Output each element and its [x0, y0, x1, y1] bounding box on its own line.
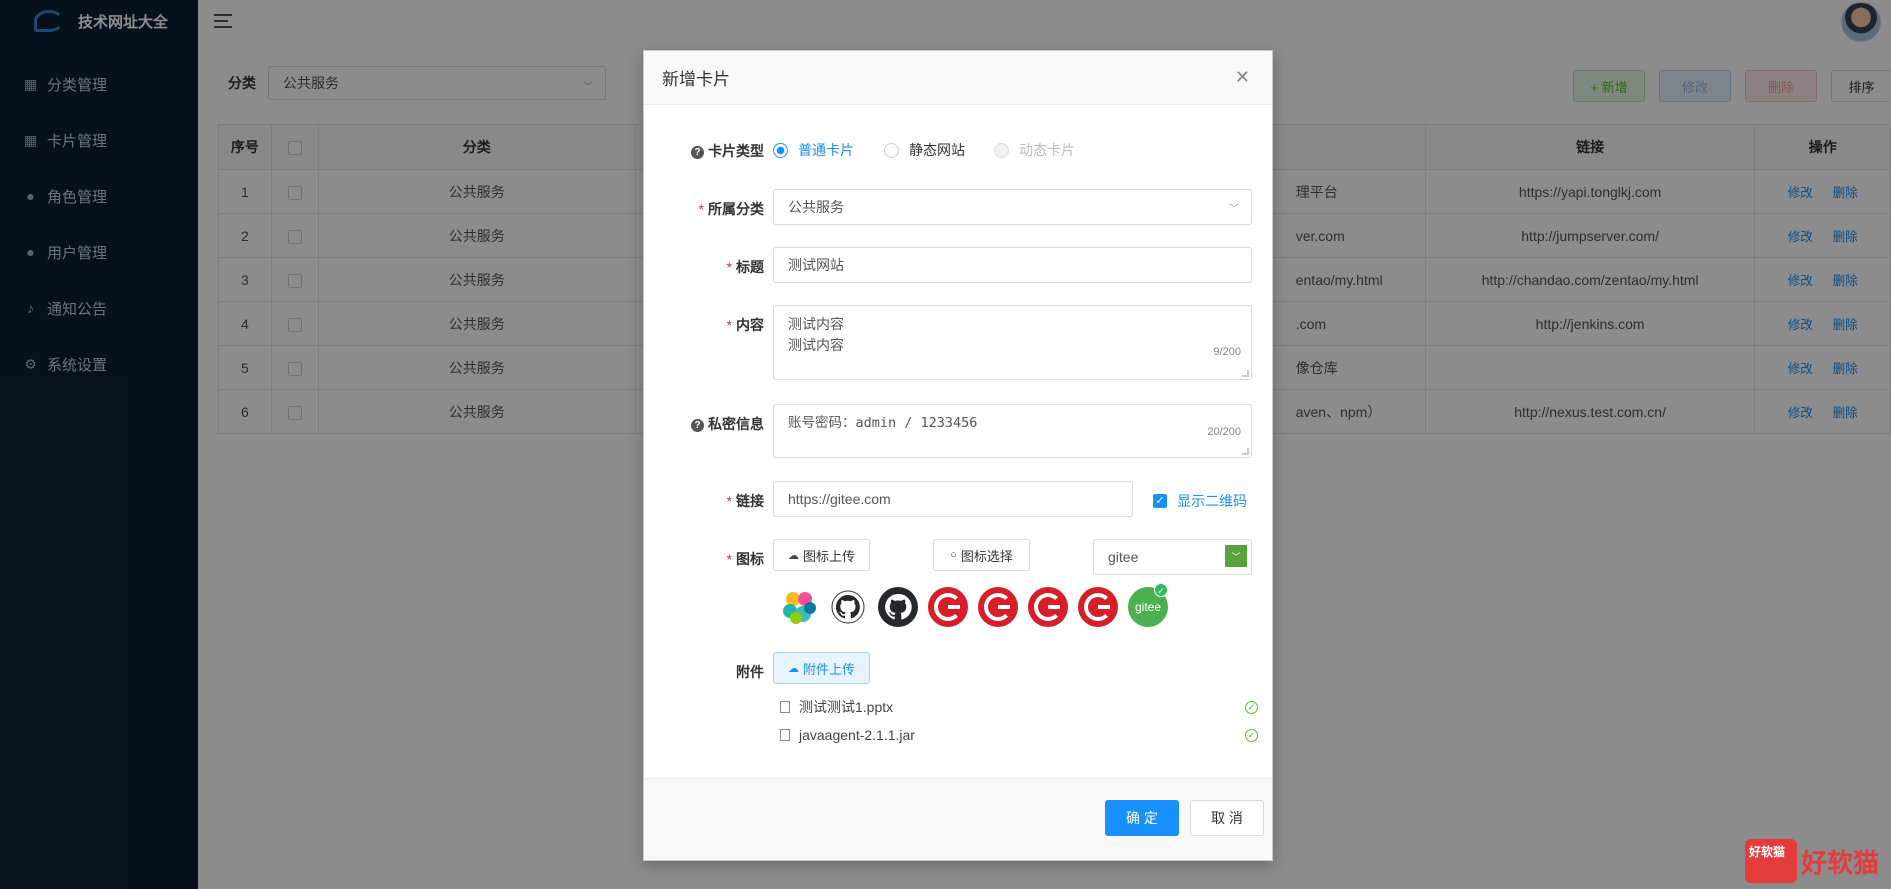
private-info-textarea[interactable]: 账号密码：admin / 1233456 20/200: [773, 404, 1252, 458]
title-input[interactable]: 测试网站: [773, 247, 1252, 283]
title-label: * 标题: [726, 259, 764, 275]
resize-handle-icon[interactable]: [1242, 448, 1249, 455]
dialog-footer: 确 定 取 消: [644, 778, 1272, 860]
watermark-text: 好软猫: [1800, 847, 1879, 878]
category-dropdown[interactable]: 公共服务 ﹀: [773, 189, 1252, 225]
resize-handle-icon[interactable]: [1242, 370, 1249, 377]
search-icon: ○: [950, 549, 957, 561]
content-label: * 内容: [726, 317, 764, 333]
github-icon[interactable]: [828, 587, 868, 627]
radio-dynamic-card: 动态卡片: [994, 140, 1075, 160]
file-icon: [780, 729, 790, 741]
checkbox-checked-icon: ✓: [1153, 494, 1167, 508]
chevron-down-icon: ﹀: [1229, 204, 1239, 215]
private-info-counter: 20/200: [1207, 426, 1241, 438]
gitee-red-icon[interactable]: [978, 587, 1018, 627]
cloud-upload-icon: ☁: [787, 662, 799, 675]
attachment-upload-label: 附件上传: [802, 661, 855, 677]
icon-upload-label: 图标上传: [802, 548, 855, 564]
attachment-file-name: javaagent-2.1.1.jar: [799, 727, 915, 743]
radio-on-icon: [773, 142, 788, 158]
content-textarea[interactable]: 测试内容 测试内容 9/200: [773, 305, 1252, 380]
gitee-red-icon[interactable]: [1028, 587, 1068, 627]
link-label: * 链接: [726, 493, 764, 509]
dialog-title: 新增卡片: [662, 70, 730, 89]
radio-static-site[interactable]: 静态网站: [884, 140, 965, 160]
link-input[interactable]: https://gitee.com: [773, 481, 1133, 517]
attachment-upload-button[interactable]: ☁ 附件上传: [773, 652, 870, 684]
attachment-file-name: 测试测试1.pptx: [799, 699, 894, 715]
content-line: 测试内容: [788, 337, 844, 353]
icon-select-label: 图标选择: [960, 548, 1013, 564]
cloud-upload-icon: ☁: [787, 549, 799, 562]
gitee-icon-text: gitee: [1134, 600, 1162, 614]
icon-select-button[interactable]: ○ 图标选择: [933, 539, 1030, 571]
dropdown-arrow-icon[interactable]: ﹀: [1225, 545, 1247, 567]
elastic-logo-icon[interactable]: [779, 587, 819, 627]
attachment-file-item[interactable]: javaagent-2.1.1.jar ✓: [780, 727, 1258, 743]
title-input-value: 测试网站: [788, 257, 844, 273]
attachment-file-item[interactable]: 测试测试1.pptx ✓: [780, 697, 1258, 717]
category-label: * 所属分类: [698, 201, 764, 217]
link-input-value: https://gitee.com: [788, 491, 891, 507]
private-info-value: 账号密码：admin / 1233456: [788, 415, 978, 431]
upload-success-icon: ✓: [1245, 700, 1258, 714]
icon-label: * 图标: [726, 551, 764, 567]
private-info-label: ? 私密信息: [644, 414, 764, 434]
content-counter: 9/200: [1213, 346, 1241, 358]
radio-disabled-icon: [994, 142, 1009, 158]
add-card-dialog: 新增卡片 ✕ ? 卡片类型 普通卡片 静态网站 动态卡片 * 所属分类 公共服务 ﹀: [643, 50, 1273, 861]
file-icon: [780, 701, 790, 713]
confirm-button[interactable]: 确 定: [1105, 800, 1179, 836]
watermark-badge: 好软猫: [1744, 839, 1797, 883]
gitee-red-icon[interactable]: [928, 587, 968, 627]
help-icon[interactable]: ?: [691, 146, 704, 159]
icon-search-input[interactable]: gitee ﹀: [1093, 539, 1252, 575]
upload-success-icon: ✓: [1245, 728, 1258, 742]
cancel-button[interactable]: 取 消: [1190, 800, 1264, 836]
github-dark-icon[interactable]: [878, 587, 918, 627]
icon-search-value: gitee: [1108, 549, 1139, 565]
content-line: 测试内容: [788, 316, 844, 332]
radio-label: 静态网站: [909, 142, 965, 158]
attachment-label: 附件: [736, 664, 764, 680]
watermark-logo: 好软猫 好软猫: [1744, 839, 1879, 883]
radio-label: 普通卡片: [798, 142, 854, 158]
radio-normal-card[interactable]: 普通卡片: [773, 140, 854, 160]
icon-upload-button[interactable]: ☁ 图标上传: [773, 539, 870, 571]
dialog-header: 新增卡片 ✕: [644, 51, 1272, 105]
radio-label: 动态卡片: [1019, 142, 1075, 158]
close-icon[interactable]: ✕: [1235, 67, 1250, 88]
show-qrcode-checkbox[interactable]: ✓ 显示二维码: [1153, 491, 1247, 511]
category-dropdown-value: 公共服务: [788, 199, 844, 215]
gitee-red-icon[interactable]: [1078, 587, 1118, 627]
radio-off-icon: [884, 142, 899, 158]
selected-check-icon: ✓: [1154, 583, 1168, 597]
dialog-body: ? 卡片类型 普通卡片 静态网站 动态卡片 * 所属分类 公共服务 ﹀ * 标题 测试…: [644, 105, 1272, 778]
show-qrcode-label: 显示二维码: [1177, 493, 1247, 509]
card-type-label: ? 卡片类型: [644, 141, 764, 161]
help-icon[interactable]: ?: [691, 419, 704, 432]
